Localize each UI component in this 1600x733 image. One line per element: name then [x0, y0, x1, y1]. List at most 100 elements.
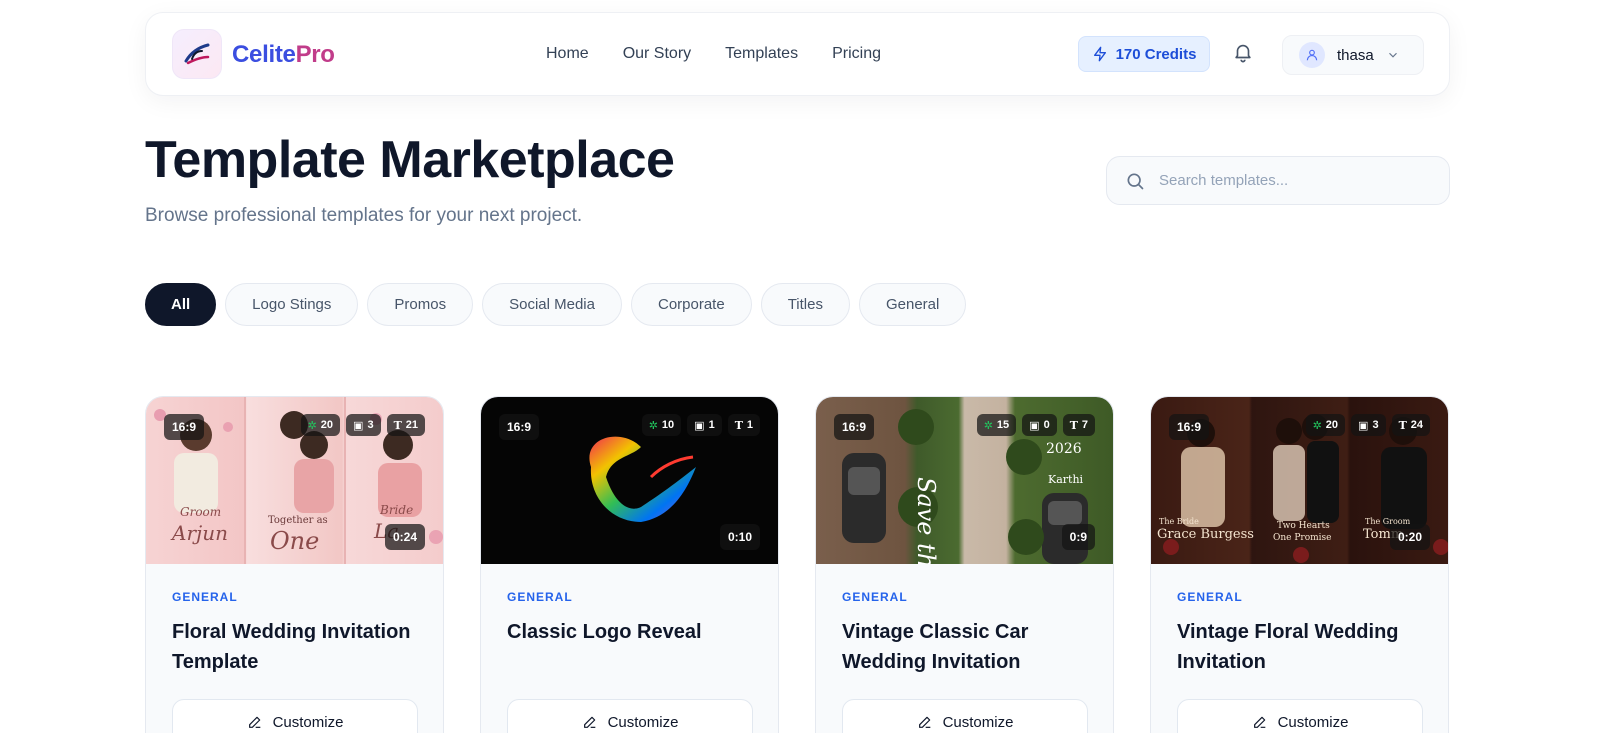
layers-icon: ✲	[1312, 419, 1322, 432]
logo-icon[interactable]	[172, 29, 222, 79]
duration-badge: 0:20	[1389, 524, 1430, 550]
customize-label: Customize	[272, 713, 344, 731]
customize-label: Customize	[942, 713, 1014, 731]
aspect-ratio-badge: 16:9	[164, 414, 205, 440]
layers-stat: ✲ 15	[976, 414, 1017, 436]
template-card[interactable]: 16:9 ✲ 10 ▣ 1 T1 0:10 GENERAL Classic Logo…	[480, 396, 779, 733]
template-title[interactable]: Classic Logo Reveal	[507, 617, 757, 647]
credits-button[interactable]: 170 Credits	[1078, 36, 1210, 72]
page-title: Template Marketplace	[145, 131, 675, 189]
image-icon: ▣	[353, 419, 364, 432]
images-count: 3	[367, 419, 374, 431]
brand-name[interactable]: CelitePro	[232, 41, 335, 69]
template-title[interactable]: Vintage Floral Wedding Invitation	[1177, 617, 1427, 677]
thumb-text: One Promise	[1273, 533, 1332, 543]
template-thumbnail[interactable]: Save the Date 2026 Karthi 16:9 ✲ 15 ▣ 0 T7…	[816, 397, 1113, 564]
texts-count: 1	[746, 419, 753, 431]
texts-stat: T 21	[386, 414, 425, 436]
thumb-text: Groom	[180, 505, 222, 519]
customize-label: Customize	[607, 713, 679, 731]
nav-our-story[interactable]: Our Story	[623, 45, 691, 63]
user-icon	[1306, 49, 1318, 61]
filter-titles[interactable]: Titles	[760, 283, 850, 326]
template-thumbnail[interactable]: The Bride Grace Burgess Two Hearts One P…	[1151, 397, 1448, 564]
thumb-text: The Bride	[1159, 517, 1199, 526]
template-thumbnail[interactable]: 16:9 ✲ 10 ▣ 1 T1 0:10	[481, 397, 778, 564]
thumb-text: 2026	[1046, 441, 1082, 457]
thumb-text: Grace Burgess	[1157, 527, 1254, 542]
thumb-text: One	[270, 527, 320, 555]
filter-logo-stings[interactable]: Logo Stings	[225, 283, 359, 326]
avatar	[1299, 42, 1325, 68]
duration-badge: 0:24	[384, 524, 425, 550]
texts-count: 7	[1081, 419, 1088, 431]
filter-corporate[interactable]: Corporate	[630, 283, 752, 326]
texts-count: 21	[405, 419, 418, 431]
nav-templates[interactable]: Templates	[725, 45, 798, 63]
aspect-ratio-badge: 16:9	[1169, 414, 1210, 440]
filter-general[interactable]: General	[858, 283, 967, 326]
filter-social-media[interactable]: Social Media	[482, 283, 622, 326]
texts-stat: T7	[1062, 414, 1095, 436]
duration-badge: 0:10	[719, 524, 760, 550]
lightning-icon	[1093, 46, 1106, 62]
images-count: 1	[708, 419, 715, 431]
pencil-icon	[1253, 716, 1265, 728]
page-subtitle: Browse professional templates for your n…	[145, 205, 583, 226]
category-filters: All Logo Stings Promos Social Media Corp…	[145, 283, 967, 326]
text-icon: T	[1398, 418, 1407, 432]
template-category: GENERAL	[1177, 590, 1243, 604]
bell-icon[interactable]	[1232, 41, 1256, 65]
filter-promos[interactable]: Promos	[367, 283, 474, 326]
layers-count: 20	[1325, 419, 1339, 431]
layers-stat: ✲ 20	[1305, 414, 1346, 436]
customize-button[interactable]: Customize	[172, 699, 418, 733]
filter-all[interactable]: All	[145, 283, 217, 326]
images-stat: ▣ 3	[1351, 414, 1386, 436]
template-title[interactable]: Floral Wedding Invitation Template	[172, 617, 422, 677]
template-card[interactable]: Groom Arjun Together as One Bride La 16:…	[145, 396, 444, 733]
customize-button[interactable]: Customize	[1177, 699, 1423, 733]
layers-count: 20	[320, 419, 334, 431]
layers-icon: ✲	[648, 419, 658, 432]
user-menu[interactable]: thasa	[1282, 35, 1424, 75]
template-category: GENERAL	[507, 590, 573, 604]
customize-button[interactable]: Customize	[842, 699, 1088, 733]
credits-label: 170 Credits	[1115, 45, 1197, 63]
aspect-ratio-badge: 16:9	[834, 414, 875, 440]
template-thumbnail[interactable]: Groom Arjun Together as One Bride La 16:…	[146, 397, 443, 564]
pencil-icon	[583, 716, 595, 728]
template-card[interactable]: Save the Date 2026 Karthi 16:9 ✲ 15 ▣ 0 T7…	[815, 396, 1114, 733]
template-card[interactable]: The Bride Grace Burgess Two Hearts One P…	[1150, 396, 1449, 733]
layers-icon: ✲	[983, 419, 993, 432]
search-input[interactable]	[1159, 172, 1419, 189]
template-category: GENERAL	[172, 590, 238, 604]
image-icon: ▣	[1358, 419, 1369, 432]
text-icon: T	[734, 418, 743, 432]
nav-pricing[interactable]: Pricing	[832, 45, 881, 63]
thumb-text: Bride	[380, 503, 414, 517]
nav-home[interactable]: Home	[546, 45, 589, 63]
text-icon: T	[393, 418, 402, 432]
thumb-text: Arjun	[172, 521, 228, 545]
main-nav: Home Our Story Templates Pricing	[546, 45, 915, 63]
customize-button[interactable]: Customize	[507, 699, 753, 733]
thumb-text: Two Hearts	[1277, 521, 1330, 531]
template-title[interactable]: Vintage Classic Car Wedding Invitation	[842, 617, 1092, 677]
user-name: thasa	[1337, 46, 1374, 64]
template-stats: ✲ 10 ▣ 1 T1	[641, 414, 760, 436]
layers-stat: ✲ 10	[641, 414, 682, 436]
template-stats: ✲ 15 ▣ 0 T7	[976, 414, 1095, 436]
template-stats: ✲ 20 ▣ 3 T 21	[300, 414, 425, 436]
images-count: 0	[1043, 419, 1050, 431]
search-icon	[1127, 173, 1144, 189]
images-stat: ▣ 1	[687, 414, 722, 436]
layers-count: 15	[996, 419, 1010, 431]
customize-label: Customize	[1277, 713, 1349, 731]
search-box	[1106, 156, 1450, 205]
layers-count: 10	[661, 419, 675, 431]
thumb-text: Save the Date	[912, 477, 940, 564]
images-count: 3	[1372, 419, 1379, 431]
chevron-down-icon	[1388, 52, 1397, 58]
aspect-ratio-badge: 16:9	[499, 414, 540, 440]
